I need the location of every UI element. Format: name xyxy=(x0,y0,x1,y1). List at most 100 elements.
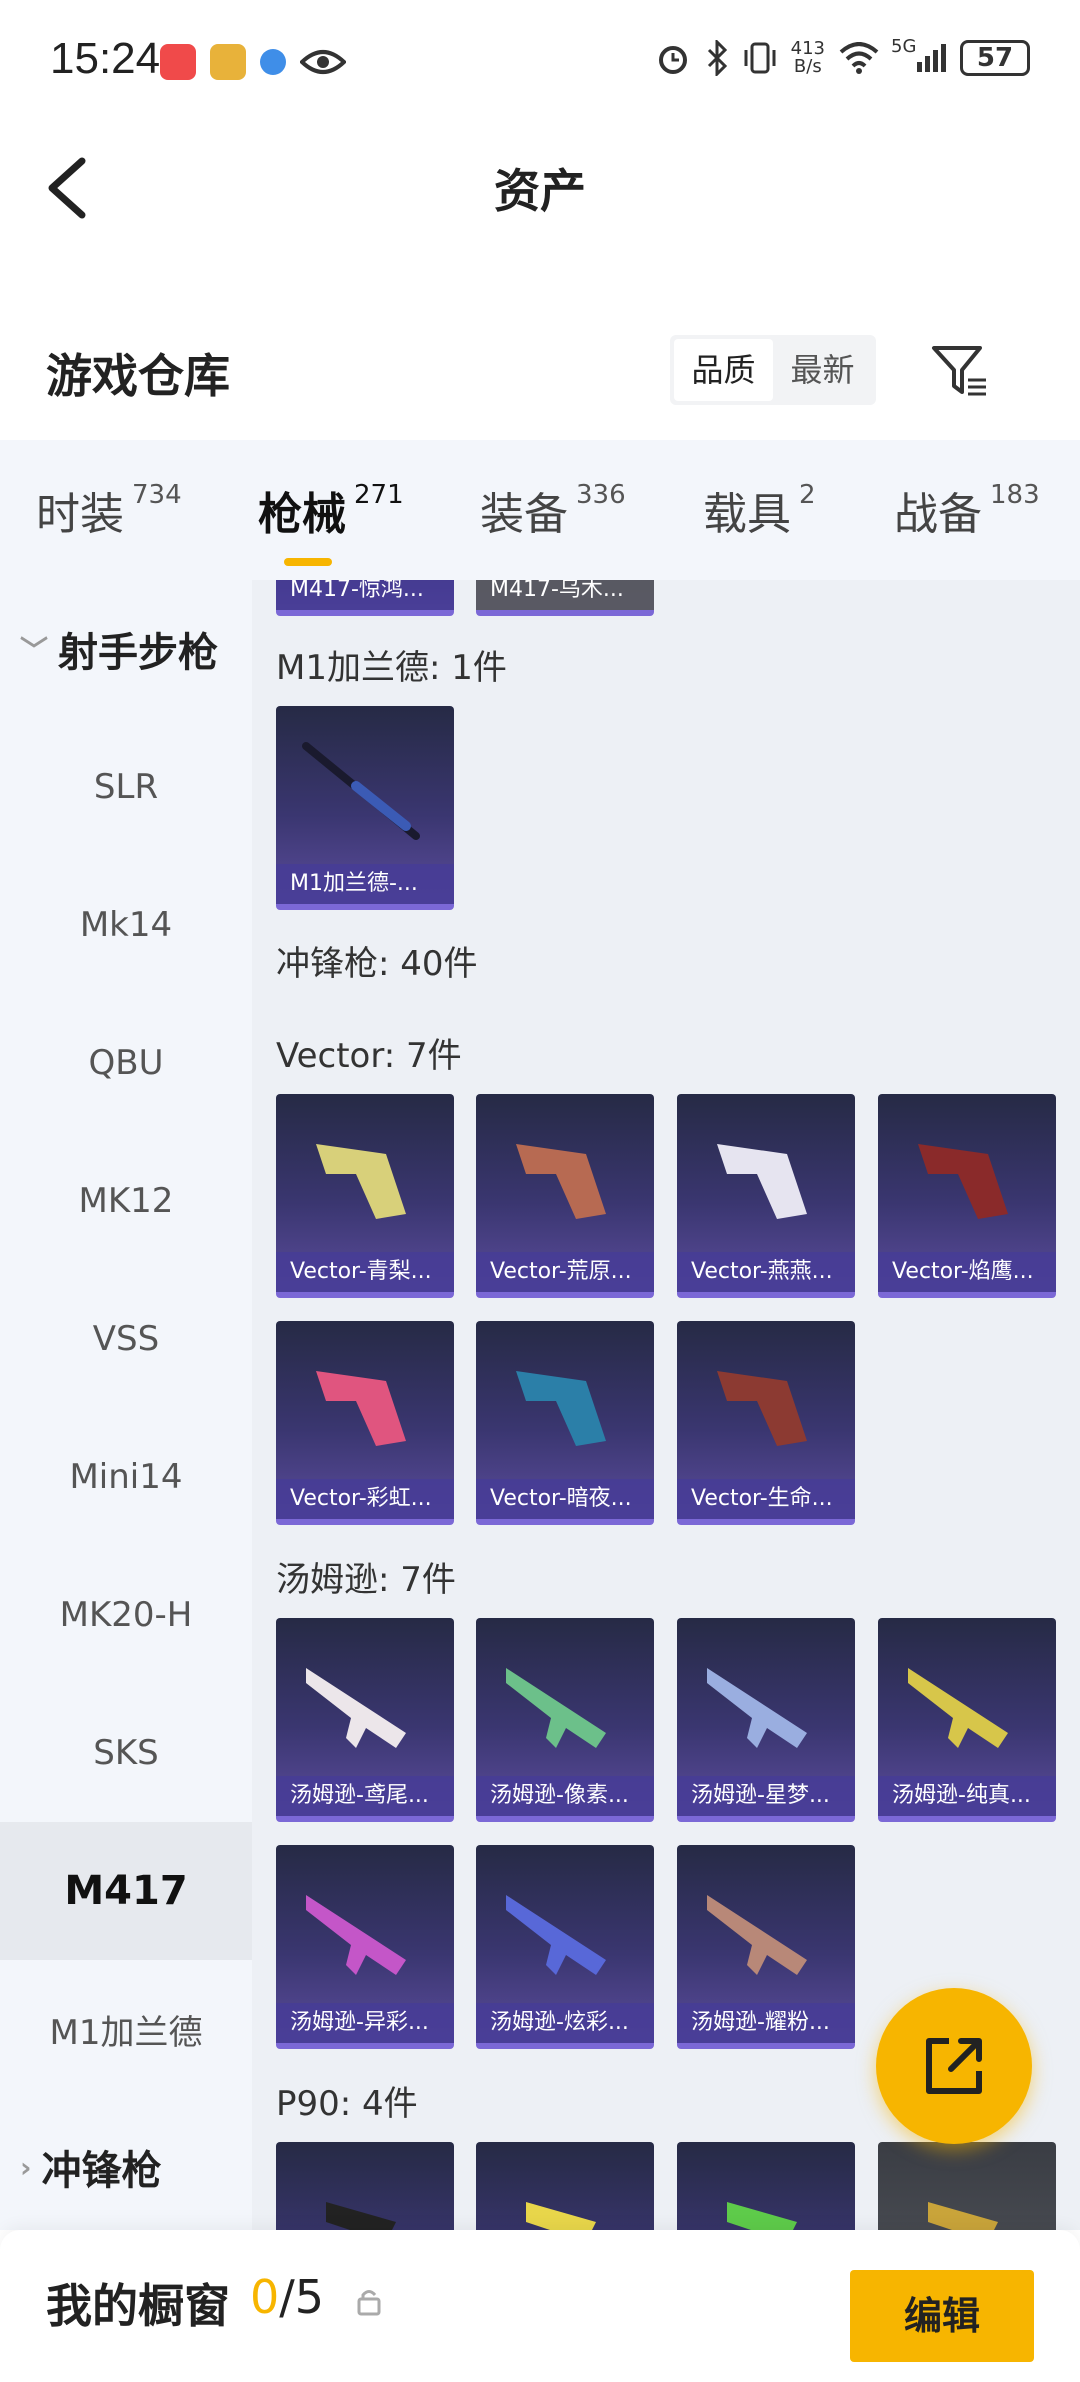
weapon-card[interactable]: 汤姆逊-炫彩... xyxy=(476,1845,654,2049)
tab-equipment[interactable]: 装备 336 xyxy=(480,478,626,542)
share-external-icon xyxy=(926,2038,982,2094)
sidebar-item-m1-garand[interactable]: M1加兰德 xyxy=(0,1960,252,2098)
chevron-down-icon: ﹀ xyxy=(20,634,49,667)
battery-indicator: 57 xyxy=(960,40,1030,76)
status-time: 15:24 xyxy=(50,34,161,83)
weapon-card[interactable] xyxy=(677,2142,855,2230)
sidebar-group-smg[interactable]: › 冲锋枪 xyxy=(0,2098,252,2230)
weapon-card[interactable]: 汤姆逊-星梦... xyxy=(677,1618,855,1822)
tab-label: 装备 xyxy=(480,489,568,540)
smg-icon xyxy=(306,1895,406,1975)
warehouse-header: 游戏仓库 品质 最新 xyxy=(0,320,1080,440)
smg-icon xyxy=(306,1668,406,1748)
smg-icon xyxy=(707,1668,807,1748)
weapon-card-caption: 汤姆逊-像素... xyxy=(476,1776,654,1816)
tab-count: 271 xyxy=(354,480,404,510)
sidebar-group-label: 射手步枪 xyxy=(58,630,219,676)
net-speed-unit: B/s xyxy=(793,56,822,77)
sort-toggle: 品质 最新 xyxy=(670,335,876,405)
weapon-card[interactable]: Vector-焰鹰... xyxy=(878,1094,1056,1298)
tab-count: 2 xyxy=(799,480,816,510)
signal-label: 5G xyxy=(891,36,917,57)
sidebar-item-mk14[interactable]: Mk14 xyxy=(0,856,252,994)
net-speed: 413 B/s xyxy=(791,40,825,76)
smg-icon xyxy=(516,1371,606,1446)
weapon-type-sidebar: ﹀ 射手步枪 SLR Mk14 QBU MK12 VSS Mini14 MK20… xyxy=(0,580,252,2230)
smg-icon xyxy=(526,2202,596,2230)
tab-firearms[interactable]: 枪械 271 xyxy=(258,478,404,566)
weapon-card[interactable] xyxy=(276,2142,454,2230)
weapon-card[interactable]: 汤姆逊-纯真... xyxy=(878,1618,1056,1822)
filter-icon[interactable] xyxy=(930,340,990,400)
weapon-card-caption: Vector-生命... xyxy=(677,1479,855,1519)
weapon-card[interactable]: 汤姆逊-异彩... xyxy=(276,1845,454,2049)
smg-icon xyxy=(506,1668,606,1748)
sidebar-item-qbu[interactable]: QBU xyxy=(0,994,252,1132)
category-tabs: 时装 734 枪械 271 装备 336 载具 2 战备 183 xyxy=(0,440,1080,580)
weapon-card[interactable]: 汤姆逊-像素... xyxy=(476,1618,654,1822)
weapon-card[interactable]: M417-惊鸿... xyxy=(276,580,454,616)
tab-fashion[interactable]: 时装 734 xyxy=(36,478,182,542)
tab-label: 载具 xyxy=(703,489,791,540)
weapon-card-caption: 汤姆逊-纯真... xyxy=(878,1776,1056,1816)
sidebar-item-mk12[interactable]: MK12 xyxy=(0,1132,252,1270)
status-bar: 15:24 413 B/s 5G 57 xyxy=(0,0,1080,125)
weapon-card-caption: M417-惊鸿... xyxy=(276,580,454,610)
tab-vehicles[interactable]: 载具 2 xyxy=(703,478,816,542)
smg-icon xyxy=(316,1144,406,1219)
sort-option-quality[interactable]: 品质 xyxy=(674,339,773,401)
smg-icon xyxy=(918,1144,1008,1219)
smg-icon xyxy=(928,2202,998,2230)
sort-option-latest[interactable]: 最新 xyxy=(773,339,872,401)
weapon-card-caption: Vector-彩虹... xyxy=(276,1479,454,1519)
weapon-card-caption: 汤姆逊-星梦... xyxy=(677,1776,855,1816)
weapon-card-caption: M417-乌木... xyxy=(476,580,654,610)
weapon-card[interactable]: M1加兰德-... xyxy=(276,706,454,910)
tab-supplies[interactable]: 战备 183 xyxy=(894,478,1040,542)
section-title: 游戏仓库 xyxy=(46,349,230,403)
weapon-card[interactable]: Vector-暗夜... xyxy=(476,1321,654,1525)
weapon-card[interactable] xyxy=(476,2142,654,2230)
cell-signal: 5G xyxy=(891,36,946,72)
app-header: 资产 xyxy=(0,125,1080,250)
tab-label: 时装 xyxy=(36,489,124,540)
wifi-icon xyxy=(839,42,879,74)
weapon-card[interactable] xyxy=(878,2142,1056,2230)
weapon-card-caption: 汤姆逊-鸢尾... xyxy=(276,1776,454,1816)
notification-app-icon xyxy=(210,44,246,80)
tab-count: 336 xyxy=(576,480,626,510)
weapon-card[interactable]: 汤姆逊-鸢尾... xyxy=(276,1618,454,1822)
smg-icon xyxy=(908,1668,1008,1748)
sidebar-item-slr[interactable]: SLR xyxy=(0,718,252,856)
group-label-m1: M1加兰德: 1件 xyxy=(276,648,507,688)
weapon-card-caption: Vector-燕燕... xyxy=(677,1252,855,1292)
weapon-card[interactable]: Vector-彩虹... xyxy=(276,1321,454,1525)
sidebar-item-sks[interactable]: SKS xyxy=(0,1684,252,1822)
sidebar-item-m417[interactable]: M417 xyxy=(0,1822,252,1960)
weapon-card[interactable]: M417-乌木... xyxy=(476,580,654,616)
weapon-grid: M417-惊鸿... M417-乌木... M1加兰德: 1件 M1加兰德-..… xyxy=(252,580,1080,2230)
sidebar-item-mk20h[interactable]: MK20-H xyxy=(0,1546,252,1684)
showcase-bar: 我的橱窗 0/5 编辑 xyxy=(0,2230,1080,2382)
sidebar-group-label: 冲锋枪 xyxy=(41,2148,162,2194)
notification-app-icon xyxy=(260,49,286,75)
sidebar-item-vss[interactable]: VSS xyxy=(0,1270,252,1408)
showcase-title: 我的橱窗 xyxy=(46,2279,230,2333)
smg-icon xyxy=(516,1144,606,1219)
weapon-card[interactable]: 汤姆逊-耀粉... xyxy=(677,1845,855,2049)
weapon-card[interactable]: Vector-荒原... xyxy=(476,1094,654,1298)
weapon-card-caption: 汤姆逊-耀粉... xyxy=(677,2003,855,2043)
chevron-right-icon: › xyxy=(20,2150,32,2184)
sidebar-item-mini14[interactable]: Mini14 xyxy=(0,1408,252,1546)
weapon-card[interactable]: Vector-生命... xyxy=(677,1321,855,1525)
share-button[interactable] xyxy=(876,1988,1032,2144)
weapon-card[interactable]: Vector-青梨... xyxy=(276,1094,454,1298)
tab-count: 734 xyxy=(132,480,182,510)
bluetooth-icon xyxy=(707,40,727,76)
weapon-card-caption: Vector-青梨... xyxy=(276,1252,454,1292)
weapon-card[interactable]: Vector-燕燕... xyxy=(677,1094,855,1298)
tab-label: 战备 xyxy=(894,489,982,540)
edit-button[interactable]: 编辑 xyxy=(850,2270,1034,2362)
sidebar-group-marksman[interactable]: ﹀ 射手步枪 xyxy=(0,580,252,718)
showcase-used: 0 xyxy=(250,2270,280,2324)
